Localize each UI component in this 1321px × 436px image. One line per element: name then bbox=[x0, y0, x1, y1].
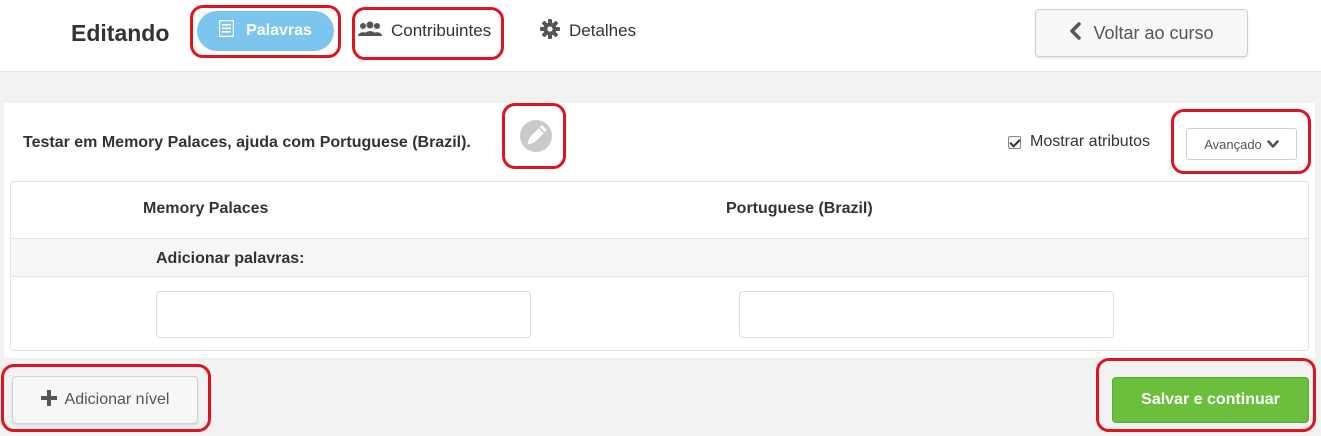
show-attributes-label: Mostrar atributos bbox=[1030, 133, 1151, 150]
tab-label: Contribuintes bbox=[391, 21, 492, 40]
advanced-label: Avançado bbox=[1204, 136, 1262, 152]
source-word-input[interactable] bbox=[156, 291, 531, 338]
level-title: Testar em Memory Palaces, ajuda com Port… bbox=[23, 134, 471, 151]
back-button-label: Voltar ao curso bbox=[1093, 22, 1214, 43]
advanced-button[interactable]: Avançado bbox=[1186, 128, 1297, 160]
tab-label: Detalhes bbox=[569, 21, 637, 40]
tab-contribuintes[interactable]: Contribuintes bbox=[358, 13, 491, 49]
save-and-continue-button[interactable]: Salvar e continuar bbox=[1112, 377, 1309, 423]
show-attributes-toggle[interactable]: Mostrar atributos bbox=[1008, 133, 1150, 151]
tab-palavras[interactable]: Palavras bbox=[197, 11, 334, 51]
column-header-target: Portuguese (Brazil) bbox=[726, 200, 873, 217]
target-word-input[interactable] bbox=[739, 291, 1114, 338]
add-level-label: Adicionar nível bbox=[64, 391, 170, 408]
add-level-button[interactable]: Adicionar nível bbox=[12, 376, 198, 424]
top-bar: Editando Palavras Contribuintes Detalhes… bbox=[0, 0, 1321, 72]
show-attributes-checkbox[interactable] bbox=[1008, 135, 1021, 149]
people-icon bbox=[358, 21, 382, 42]
tab-detalhes[interactable]: Detalhes bbox=[540, 13, 636, 49]
list-icon bbox=[218, 19, 235, 42]
chevron-down-icon bbox=[1266, 137, 1279, 152]
plus-icon bbox=[40, 389, 57, 411]
column-header-source: Memory Palaces bbox=[143, 200, 269, 217]
editing-label: Editando bbox=[71, 20, 170, 46]
add-words-row: Adicionar palavras: bbox=[11, 238, 1308, 277]
back-to-course-button[interactable]: Voltar ao curso bbox=[1035, 9, 1248, 57]
gear-icon bbox=[540, 18, 560, 44]
pencil-icon[interactable] bbox=[519, 119, 553, 153]
chevron-left-icon bbox=[1069, 21, 1082, 45]
add-words-label: Adicionar palavras: bbox=[156, 250, 305, 267]
tab-label: Palavras bbox=[246, 22, 312, 39]
words-table: Memory Palaces Portuguese (Brazil) Adici… bbox=[10, 181, 1309, 351]
level-panel: Testar em Memory Palaces, ajuda com Port… bbox=[4, 103, 1315, 358]
